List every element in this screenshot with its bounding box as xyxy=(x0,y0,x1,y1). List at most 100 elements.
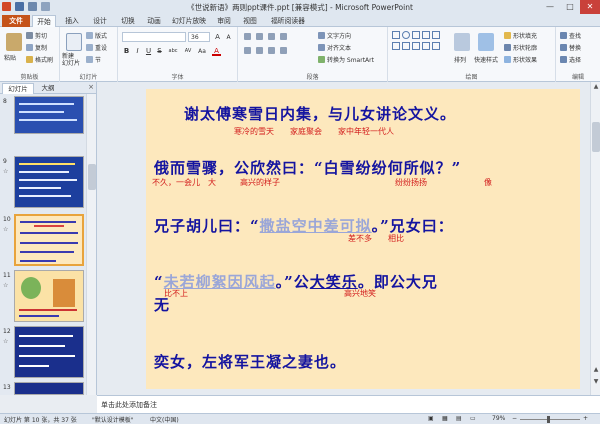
tab-home[interactable]: 开始 xyxy=(32,15,56,27)
quick-styles-icon[interactable] xyxy=(478,33,494,51)
shrink-font-icon[interactable]: A xyxy=(224,33,233,42)
tab-foxit-reader[interactable]: 福昕阅读器 xyxy=(266,15,310,27)
arrange-icon[interactable] xyxy=(454,33,470,51)
font-color-button[interactable]: A xyxy=(212,47,221,56)
brace-shape-icon[interactable] xyxy=(432,42,440,50)
shapes-gallery[interactable] xyxy=(392,31,448,65)
font-size-dropdown[interactable]: 36 xyxy=(188,32,210,42)
annotation-line-4b[interactable]: 高兴地笑 xyxy=(344,288,376,299)
find-button[interactable]: 查找 xyxy=(560,31,581,40)
change-case-button[interactable]: Aa xyxy=(196,47,208,56)
slide-thumbnail[interactable]: 11 ☆ xyxy=(0,270,86,326)
text-direction-button[interactable]: 文字方向 xyxy=(318,31,351,40)
zoom-slider-knob[interactable] xyxy=(547,416,550,423)
notes-placeholder[interactable]: 单击此处添加备注 xyxy=(101,400,157,410)
reading-view-icon[interactable]: ▤ xyxy=(456,415,462,422)
scroll-thumb[interactable] xyxy=(592,122,600,152)
bold-button[interactable]: B xyxy=(122,47,131,56)
quick-styles-button[interactable]: 快速样式 xyxy=(474,55,498,64)
align-text-button[interactable]: 对齐文本 xyxy=(318,43,351,52)
slide-thumbnail[interactable]: 8 xyxy=(0,96,86,136)
tab-insert[interactable]: 插入 xyxy=(60,15,84,27)
strikethrough-button[interactable]: S xyxy=(155,47,164,56)
scroll-up-icon[interactable]: ▲ xyxy=(591,83,600,90)
previous-slide-icon[interactable]: ▲ xyxy=(591,366,600,373)
new-slide-icon[interactable] xyxy=(66,33,82,51)
tab-review[interactable]: 审阅 xyxy=(212,15,236,27)
italic-button[interactable]: I xyxy=(133,47,142,56)
zoom-level[interactable]: 79% xyxy=(492,415,505,422)
select-button[interactable]: 选择 xyxy=(560,55,581,64)
slideshow-view-icon[interactable]: ▭ xyxy=(470,415,476,422)
decrease-indent-icon[interactable] xyxy=(268,33,275,40)
tab-view[interactable]: 视图 xyxy=(238,15,262,27)
line-shape-icon[interactable] xyxy=(392,42,400,50)
format-painter-button[interactable]: 格式刷 xyxy=(26,55,53,64)
arrow-shape-icon[interactable] xyxy=(422,31,430,39)
numbering-icon[interactable] xyxy=(256,33,263,40)
cut-button[interactable]: 剪切 xyxy=(26,31,47,40)
paste-button[interactable]: 粘贴 xyxy=(4,53,16,62)
shape-outline-button[interactable]: 形状轮廓 xyxy=(504,43,537,52)
normal-view-icon[interactable]: ▣ xyxy=(428,415,434,422)
current-slide[interactable]: 谢太傅寒雪日内集，与儿女讲论文义。 寒冷的雪天 家庭聚会 家中年轻一代人 俄而雪… xyxy=(146,89,580,389)
pane-close-icon[interactable]: × xyxy=(88,83,94,91)
annotation-line-2b[interactable]: 纷纷扬扬 xyxy=(395,177,427,188)
slide-thumbnail[interactable]: 9 ☆ xyxy=(0,156,86,212)
minimize-button[interactable]: — xyxy=(540,0,560,14)
new-slide-button[interactable]: 新建 幻灯片 xyxy=(62,53,80,67)
tab-slideshow[interactable]: 幻灯片放映 xyxy=(168,15,210,27)
slide-text-line-3[interactable]: 兄子胡儿曰：“撒盐空中差可拟。”兄女曰： xyxy=(154,215,454,236)
rounded-rect-shape-icon[interactable] xyxy=(402,42,410,50)
smartart-button[interactable]: 转换为 SmartArt xyxy=(318,55,374,64)
section-button[interactable]: 节 xyxy=(86,55,101,64)
next-slide-icon[interactable]: ▼ xyxy=(591,378,600,385)
textbox-shape-icon[interactable] xyxy=(412,31,420,39)
font-name-dropdown[interactable] xyxy=(122,32,186,42)
copy-button[interactable]: 复制 xyxy=(26,43,47,52)
star-shape-icon[interactable] xyxy=(412,42,420,50)
layout-button[interactable]: 版式 xyxy=(86,31,107,40)
slide-thumbnail[interactable]: 13 xyxy=(0,382,86,395)
slide-text-line-5[interactable]: 无 xyxy=(154,294,170,315)
tab-transitions[interactable]: 切换 xyxy=(116,15,140,27)
paste-icon[interactable] xyxy=(6,33,22,51)
replace-button[interactable]: 替换 xyxy=(560,43,581,52)
tab-design[interactable]: 设计 xyxy=(88,15,112,27)
tab-slides-pane[interactable]: 幻灯片 xyxy=(2,83,34,94)
tab-file[interactable]: 文件 xyxy=(2,15,30,27)
align-center-icon[interactable] xyxy=(256,47,263,54)
zoom-in-icon[interactable]: + xyxy=(583,415,588,422)
shape-fill-button[interactable]: 形状填充 xyxy=(504,31,537,40)
slide-thumbnail-selected[interactable]: 10 ☆ xyxy=(0,214,86,270)
annotation-line-3[interactable]: 差不多 相比 xyxy=(348,233,404,244)
rectangle-shape-icon[interactable] xyxy=(392,31,400,39)
underline-button[interactable]: U xyxy=(144,47,153,56)
align-right-icon[interactable] xyxy=(268,47,275,54)
arrange-button[interactable]: 排列 xyxy=(454,55,466,64)
triangle-shape-icon[interactable] xyxy=(432,31,440,39)
close-button[interactable]: ✕ xyxy=(580,0,600,14)
language-indicator[interactable]: 中文(中国) xyxy=(150,415,179,424)
slides-pane-scrollbar[interactable] xyxy=(86,94,96,395)
theme-name[interactable]: "默认设计模板" xyxy=(92,415,134,424)
grow-font-icon[interactable]: A xyxy=(213,33,222,42)
shape-effects-button[interactable]: 形状效果 xyxy=(504,55,537,64)
annotation-line-2a[interactable]: 不久，一会儿 大 高兴的样子 xyxy=(152,177,280,188)
callout-shape-icon[interactable] xyxy=(422,42,430,50)
oval-shape-icon[interactable] xyxy=(402,31,410,39)
zoom-out-icon[interactable]: − xyxy=(512,415,517,422)
align-left-icon[interactable] xyxy=(244,47,251,54)
maximize-button[interactable]: □ xyxy=(560,0,580,14)
zoom-slider[interactable] xyxy=(520,419,580,420)
slide-thumbnail[interactable]: 12 ☆ xyxy=(0,326,86,382)
slide-text-line-2[interactable]: 俄而雪骤，公欣然曰：“白雪纷纷何所似？” xyxy=(154,157,461,178)
slide-text-line-6[interactable]: 奕女，左将军王凝之妻也。 xyxy=(154,351,346,372)
bullets-icon[interactable] xyxy=(244,33,251,40)
annotation-line-1[interactable]: 寒冷的雪天 家庭聚会 家中年轻一代人 xyxy=(234,126,394,137)
justify-icon[interactable] xyxy=(280,47,287,54)
annotation-line-2c[interactable]: 像 xyxy=(484,177,492,188)
slide-vertical-scrollbar[interactable]: ▲ ▲ ▼ xyxy=(590,82,600,395)
tab-outline-pane[interactable]: 大纲 xyxy=(36,83,60,94)
tab-animations[interactable]: 动画 xyxy=(142,15,166,27)
